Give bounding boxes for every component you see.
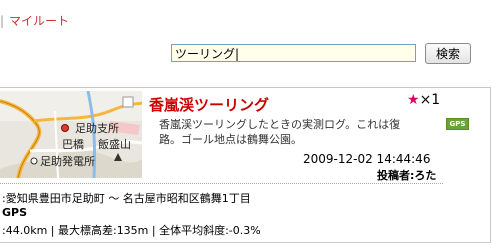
breadcrumb-separator: | [0, 14, 5, 28]
map-label-tomoe-bridge: 巴橋 [62, 137, 84, 151]
map-label-ashisuke-branch: 足助支所 [75, 121, 119, 135]
route-map-thumbnail[interactable]: 足助支所 巴橋 飯盛山 足助発電所 [0, 91, 142, 178]
map-label-iimori-mountain: 飯盛山 [98, 137, 131, 151]
post-date: 2009-12-02 14:44:46 [303, 152, 431, 166]
my-route-link[interactable]: マイルート [9, 14, 69, 28]
poster: 投稿者:ろた [377, 167, 436, 183]
map-label-power-station: 足助発電所 [40, 154, 95, 168]
poster-name-link[interactable]: ろた [414, 169, 436, 182]
route-stats: :44.0km | 最大標高差:135m | 全体平均斜度:-0.3% [2, 224, 261, 237]
route-title-link[interactable]: 香嵐渓ツーリング [149, 94, 269, 115]
measurement-type: GPS [2, 206, 28, 219]
route-description: 香嵐渓ツーリングしたときの実測ログ。これは復路。ゴール地点は鶴舞公園。 [159, 118, 401, 146]
card-divider [0, 183, 443, 184]
search-button[interactable]: 検索 [425, 43, 471, 64]
breadcrumb: | マイルート [0, 12, 69, 29]
search-input[interactable] [171, 44, 416, 62]
favorite-count[interactable]: ★×1 [407, 92, 440, 108]
poster-label: 投稿者: [377, 169, 415, 182]
star-icon: ★ [407, 92, 420, 108]
route-endpoints: :愛知県豊田市足助町 〜 名古屋市昭和区鶴舞1丁目 [2, 192, 251, 205]
gps-badge-icon: GPS [446, 118, 469, 130]
favorite-count-value: ×1 [419, 92, 441, 108]
map-image: 足助支所 巴橋 飯盛山 足助発電所 [0, 91, 142, 178]
